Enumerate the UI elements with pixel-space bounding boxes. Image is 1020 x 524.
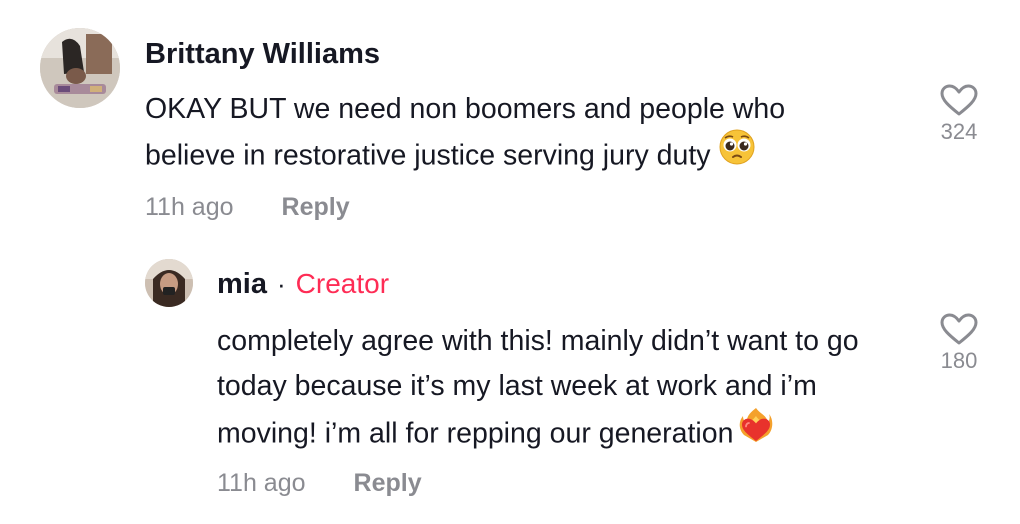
reply-author-row: mia · Creator — [217, 270, 389, 299]
heart-icon — [940, 84, 978, 116]
like-count: 324 — [940, 119, 978, 144]
avatar-photo-icon — [40, 28, 120, 108]
reply-timestamp: 11h ago — [217, 469, 306, 497]
reply-button[interactable]: Reply — [354, 471, 422, 496]
creator-badge: Creator — [295, 268, 390, 299]
comment-body: OKAY BUT we need non boomers and people … — [145, 93, 786, 172]
reply-author[interactable]: mia — [217, 270, 267, 299]
comment-timestamp: 11h ago — [145, 193, 234, 221]
pleading-face-icon — [719, 129, 755, 179]
comment-author[interactable]: Brittany Williams — [145, 40, 380, 69]
like-button[interactable]: 324 — [929, 83, 989, 143]
reply-button[interactable]: Reply — [282, 195, 350, 220]
heart-icon — [940, 313, 978, 345]
like-button[interactable]: 180 — [929, 312, 989, 372]
reply-meta: 11h ago Reply — [217, 471, 422, 496]
avatar-photo-icon — [145, 259, 193, 307]
avatar[interactable] — [145, 259, 193, 307]
heart-on-fire-icon — [737, 406, 775, 458]
comment-text: OKAY BUT we need non boomers and people … — [145, 87, 875, 182]
avatar[interactable] — [40, 28, 120, 108]
author-separator: · — [276, 269, 286, 299]
comment-meta: 11h ago Reply — [145, 195, 350, 220]
like-count: 180 — [940, 348, 978, 373]
reply-text: completely agree with this! mainly didn’… — [217, 319, 907, 461]
